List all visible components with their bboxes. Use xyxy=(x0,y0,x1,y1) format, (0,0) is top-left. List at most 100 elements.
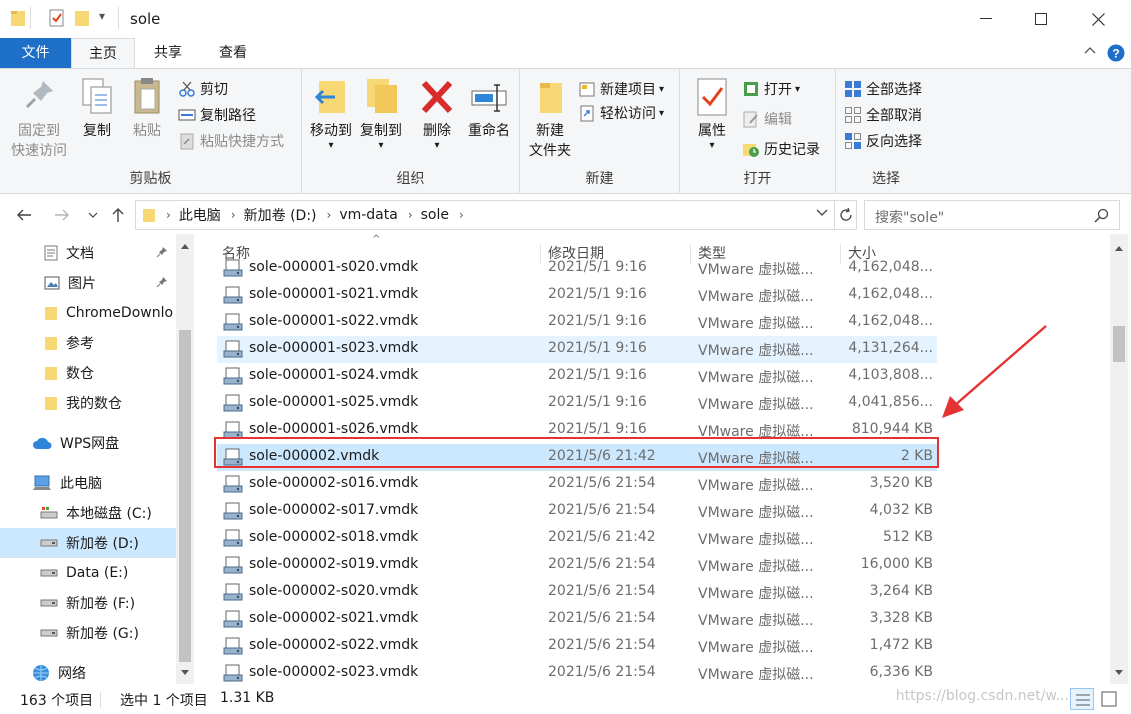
pin-quick-access-button[interactable]: 固定到 快速访问 xyxy=(6,75,72,161)
nav-item-documents[interactable]: 文档 xyxy=(44,238,174,268)
tab-home[interactable]: 主页 xyxy=(71,38,135,69)
scroll-up-icon[interactable] xyxy=(1115,246,1123,251)
file-size: 4,162,048... xyxy=(848,259,933,275)
paste-shortcut-button[interactable]: 粘贴快捷方式 xyxy=(178,129,284,153)
large-icons-view-button[interactable] xyxy=(1100,690,1118,708)
table-row[interactable]: sole-000002-s023.vmdk 2021/5/6 21:54 VMwar… xyxy=(217,660,937,684)
recent-locations-button[interactable] xyxy=(86,205,100,225)
nav-item-drive-d[interactable]: 新加卷 (D:) xyxy=(0,528,176,558)
svg-text:?: ? xyxy=(1112,47,1119,61)
tab-share[interactable]: 共享 xyxy=(136,38,200,68)
nav-label: 数仓 xyxy=(66,366,94,382)
nav-item-drive-f[interactable]: 新加卷 (F:) xyxy=(40,588,174,618)
scroll-down-icon[interactable] xyxy=(1115,670,1123,675)
file-size: 4,032 KB xyxy=(869,502,933,518)
open-dropdown-icon: ▾ xyxy=(795,83,801,95)
tab-view[interactable]: 查看 xyxy=(200,38,266,68)
nav-item-reference[interactable]: 参考 xyxy=(44,328,174,358)
delete-button[interactable]: 删除 ▾ xyxy=(416,75,458,151)
file-type: VMware 虚拟磁... xyxy=(698,586,814,602)
table-row[interactable]: sole-000001-s021.vmdk 2021/5/1 9:16 VMware… xyxy=(217,282,937,309)
table-row[interactable]: sole-000001-s023.vmdk 2021/5/1 9:16 VMware… xyxy=(217,336,937,363)
maximize-button[interactable] xyxy=(1018,0,1064,38)
nav-item-this-pc[interactable]: 此电脑 xyxy=(32,468,172,498)
table-row[interactable]: sole-000002-s019.vmdk 2021/5/6 21:54 VMwar… xyxy=(217,552,937,579)
search-input[interactable]: 搜索"sole" xyxy=(875,207,944,227)
table-row[interactable]: sole-000002-s016.vmdk 2021/5/6 21:54 VMwar… xyxy=(217,471,937,498)
breadcrumb-vm-data[interactable]: vm-data xyxy=(339,207,398,223)
back-button[interactable] xyxy=(14,205,34,225)
new-folder-button[interactable]: 新建 文件夹 xyxy=(524,75,576,161)
nav-item-my-warehouse[interactable]: 我的数仓 xyxy=(44,388,174,418)
file-date: 2021/5/6 21:54 xyxy=(548,664,656,680)
easy-access-button[interactable]: 轻松访问 ▾ xyxy=(578,101,664,125)
file-name: sole-000001-s021.vmdk xyxy=(249,286,419,302)
copy-button[interactable]: 复制 xyxy=(76,75,118,141)
table-row[interactable]: sole-000002-s021.vmdk 2021/5/6 21:54 VMwar… xyxy=(217,606,937,633)
scroll-up-icon[interactable] xyxy=(181,244,189,249)
table-row[interactable]: sole-000001-s025.vmdk 2021/5/1 9:16 VMware… xyxy=(217,390,937,417)
select-all-button[interactable]: 全部选择 xyxy=(844,77,922,101)
nav-item-wps-drive[interactable]: WPS网盘 xyxy=(32,428,172,458)
help-icon[interactable]: ? xyxy=(1107,44,1125,62)
rename-button[interactable]: 重命名 xyxy=(462,75,516,141)
open-button[interactable]: 打开 ▾ xyxy=(742,77,800,101)
pin-icon[interactable] xyxy=(156,276,168,288)
copy-path-button[interactable]: 复制路径 xyxy=(178,103,256,127)
address-dropdown-icon[interactable] xyxy=(816,209,828,217)
paste-button[interactable]: 粘贴 xyxy=(124,75,170,141)
table-row[interactable]: sole-000001-s020.vmdk 2021/5/1 9:16 VMware… xyxy=(217,255,937,282)
breadcrumb-drive-d[interactable]: 新加卷 (D:) xyxy=(244,205,317,225)
edit-button[interactable]: 编辑 xyxy=(742,107,792,131)
breadcrumb-sole[interactable]: sole xyxy=(421,207,449,223)
file-list-scrollbar[interactable] xyxy=(1110,234,1128,684)
forward-button[interactable] xyxy=(52,205,72,225)
file-list-scroll-thumb[interactable] xyxy=(1113,326,1125,362)
scroll-down-icon[interactable] xyxy=(181,670,189,675)
nav-scroll-thumb[interactable] xyxy=(179,330,191,662)
cut-button[interactable]: 剪切 xyxy=(178,77,228,101)
select-none-button[interactable]: 全部取消 xyxy=(844,103,922,127)
up-button[interactable] xyxy=(108,205,128,225)
address-bar[interactable]: › 此电脑 › 新加卷 (D:) › vm-data › sole › xyxy=(135,200,857,230)
new-item-button[interactable]: 新建项目 ▾ xyxy=(578,77,664,101)
table-row[interactable]: sole-000002-s018.vmdk 2021/5/6 21:42 VMwar… xyxy=(217,525,937,552)
invert-selection-button[interactable]: 反向选择 xyxy=(844,129,922,153)
close-button[interactable] xyxy=(1075,0,1121,38)
minimize-button[interactable] xyxy=(963,0,1009,38)
nav-scrollbar[interactable] xyxy=(176,234,194,684)
breadcrumb-this-pc[interactable]: 此电脑 xyxy=(179,205,221,225)
open-group-label: 打开 xyxy=(743,171,772,187)
drive-icon xyxy=(40,538,58,548)
table-row[interactable]: sole-000001-s024.vmdk 2021/5/1 9:16 VMware… xyxy=(217,363,937,390)
new-folder-qat-icon[interactable] xyxy=(74,9,90,27)
nav-item-warehouse[interactable]: 数仓 xyxy=(44,358,174,388)
file-name: sole-000001-s024.vmdk xyxy=(249,367,419,383)
pin-icon[interactable] xyxy=(156,246,168,258)
nav-item-chromedownload[interactable]: ChromeDownlo xyxy=(44,298,176,328)
nav-item-drive-e[interactable]: Data (E:) xyxy=(40,558,174,588)
refresh-button[interactable] xyxy=(834,201,856,229)
table-row[interactable]: sole-000002-s017.vmdk 2021/5/6 21:54 VMwar… xyxy=(217,498,937,525)
history-button[interactable]: 历史记录 xyxy=(742,137,820,161)
collapse-ribbon-icon[interactable] xyxy=(1084,46,1096,54)
paste-shortcut-icon xyxy=(178,132,196,150)
document-icon xyxy=(44,245,58,261)
copy-to-button[interactable]: 复制到 ▾ xyxy=(356,75,406,151)
move-to-button[interactable]: 移动到 ▾ xyxy=(306,75,356,151)
table-row[interactable]: sole-000002-s020.vmdk 2021/5/6 21:54 VMwar… xyxy=(217,579,937,606)
tab-file[interactable]: 文件 xyxy=(0,38,71,68)
move-to-dropdown-icon: ▾ xyxy=(328,140,334,151)
table-row[interactable]: sole-000001-s022.vmdk 2021/5/1 9:16 VMware… xyxy=(217,309,937,336)
file-date: 2021/5/1 9:16 xyxy=(548,259,647,275)
nav-item-drive-g[interactable]: 新加卷 (G:) xyxy=(40,618,174,648)
properties-button[interactable]: 属性 ▾ xyxy=(692,75,732,151)
details-view-button[interactable] xyxy=(1070,688,1094,710)
qat-dropdown-icon[interactable]: ▾ xyxy=(99,9,105,23)
search-icon[interactable] xyxy=(1094,208,1109,223)
nav-item-drive-c[interactable]: 本地磁盘 (C:) xyxy=(40,498,174,528)
nav-item-pictures[interactable]: 图片 xyxy=(44,268,174,298)
search-box[interactable]: 搜索"sole" xyxy=(864,200,1120,230)
properties-qat-icon[interactable] xyxy=(48,9,66,27)
table-row[interactable]: sole-000002-s022.vmdk 2021/5/6 21:54 VMwar… xyxy=(217,633,937,660)
